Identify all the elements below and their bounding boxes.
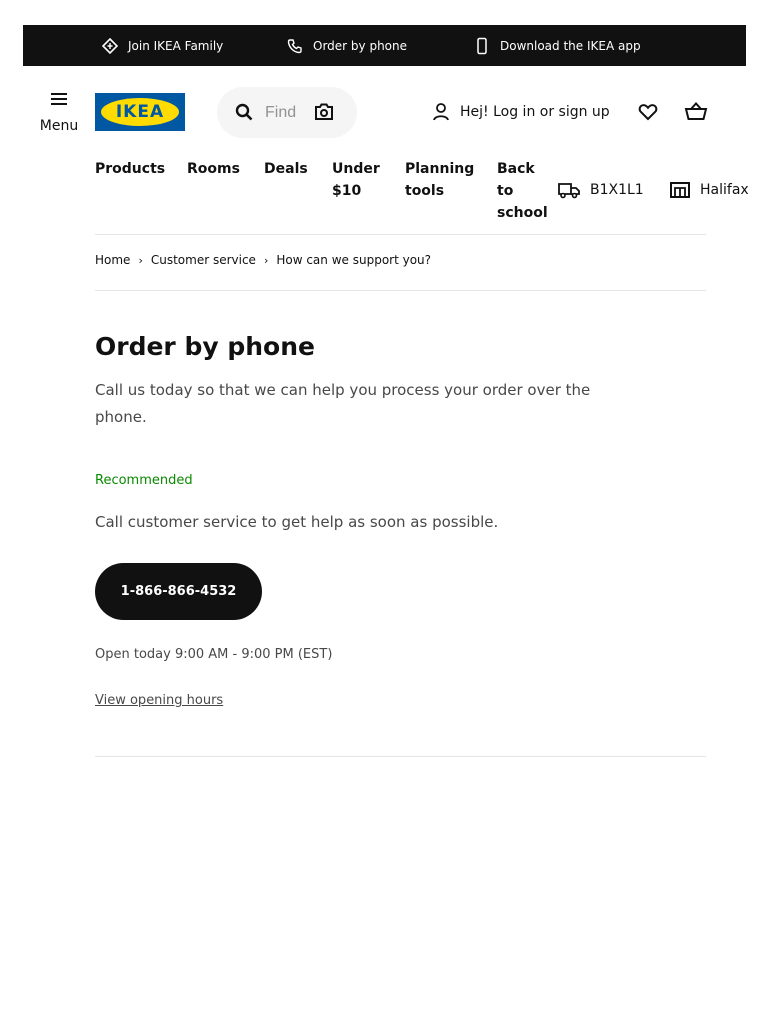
user-icon: [433, 103, 449, 121]
nav-back-to-school[interactable]: Back to school: [497, 158, 548, 224]
nav-planning-tools-line-2: tools: [405, 183, 445, 199]
nav-rooms[interactable]: Rooms: [187, 158, 240, 180]
intro-text: Call us today so that we can help you pr…: [95, 381, 591, 426]
nav-back-to-school-line-1: Back: [497, 161, 535, 177]
nav-rooms-label: Rooms: [187, 161, 240, 177]
page-title: Order by phone: [95, 332, 315, 361]
recommended-label: Recommended: [95, 473, 193, 488]
nav-products[interactable]: Products: [95, 158, 165, 180]
nav-deals-label: Deals: [264, 161, 308, 177]
chevron-right-icon: ›: [138, 253, 143, 267]
heart-icon[interactable]: [638, 103, 658, 121]
nav-under-10[interactable]: Under $10: [332, 158, 380, 202]
menu-icon: [51, 93, 67, 105]
menu-button[interactable]: Menu: [38, 92, 80, 134]
login-link[interactable]: Hej! Log in or sign up: [432, 101, 610, 123]
menu-label: Menu: [39, 118, 79, 134]
cart-icon[interactable]: [684, 101, 708, 121]
breadcrumb: Home › Customer service › How can we sup…: [95, 253, 431, 267]
call-phone-button[interactable]: 1-866-866-4532: [95, 563, 262, 620]
store-selector[interactable]: Halifax: [670, 181, 749, 199]
join-ikea-family-link[interactable]: Join IKEA Family: [102, 25, 223, 66]
delivery-postal-code[interactable]: B1X1L1: [558, 181, 644, 199]
ikea-family-icon: [102, 37, 118, 54]
nav-back-to-school-line-2: to: [497, 183, 514, 199]
store-label: Halifax: [700, 182, 749, 198]
call-customer-service-text: Call customer service to get help as soo…: [95, 513, 499, 531]
content-divider: [95, 756, 706, 757]
nav-products-label: Products: [95, 161, 166, 177]
download-app-link[interactable]: Download the IKEA app: [474, 25, 641, 66]
phone-icon: [287, 38, 302, 53]
join-ikea-family-label: Join IKEA Family: [128, 38, 224, 53]
view-opening-hours-link[interactable]: View opening hours: [95, 693, 223, 708]
store-icon: [670, 182, 690, 198]
nav-planning-tools-line-1: Planning: [405, 161, 475, 177]
order-by-phone-link[interactable]: Order by phone: [287, 25, 407, 66]
nav-deals[interactable]: Deals: [264, 158, 308, 180]
breadcrumb-support[interactable]: How can we support you?: [276, 253, 431, 267]
top-promo-bar: Join IKEA Family Order by phone Download…: [23, 25, 746, 66]
breadcrumb-home[interactable]: Home: [95, 253, 130, 267]
download-app-label: Download the IKEA app: [500, 38, 641, 53]
login-label: Hej! Log in or sign up: [460, 104, 610, 120]
ikea-logo[interactable]: IKEA: [95, 93, 185, 131]
search-bar[interactable]: [217, 87, 357, 138]
breadcrumb-divider: [95, 290, 706, 291]
camera-icon[interactable]: [314, 103, 334, 121]
nav-under-10-line-1: Under: [332, 161, 380, 177]
nav-under-10-line-2: $10: [332, 183, 362, 199]
search-input[interactable]: [265, 100, 313, 126]
truck-icon: [558, 183, 580, 199]
nav-back-to-school-line-3: school: [497, 205, 548, 221]
nav-planning-tools[interactable]: Planning tools: [405, 158, 474, 202]
search-icon[interactable]: [235, 103, 253, 121]
postal-code-label: B1X1L1: [590, 182, 644, 198]
nav-divider: [95, 234, 706, 235]
order-by-phone-label: Order by phone: [313, 38, 408, 53]
mobile-icon: [477, 37, 487, 54]
breadcrumb-customer-service[interactable]: Customer service: [151, 253, 256, 267]
logo-wordmark: IKEA: [115, 102, 165, 122]
chevron-right-icon: ›: [263, 253, 269, 267]
opening-hours-today: Open today 9:00 AM - 9:00 PM (EST): [95, 647, 333, 662]
